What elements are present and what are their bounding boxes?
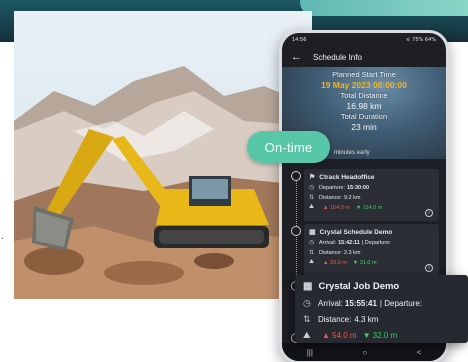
flag-icon: ⚑ (309, 174, 316, 181)
clock-icon: ◷ (309, 185, 315, 191)
elevation-up: ▲ 33.0 m (323, 259, 347, 266)
back-icon[interactable]: < (417, 348, 422, 357)
distance-value: 4.3 km (354, 315, 379, 324)
total-duration-label: Total Duration (340, 112, 388, 121)
elevation-down: ▼ 114.0 m (355, 204, 383, 211)
info-icon[interactable]: i (425, 264, 433, 272)
stop-title: Crystal Job Demo (318, 281, 400, 292)
arrival-value: 15:55:41 (344, 299, 377, 308)
status-indicators: ⚟ 75% 64% (406, 37, 436, 43)
elevation-icon: ⛰ (303, 330, 311, 340)
planned-start-label: Planned Start Time (332, 70, 396, 79)
arrival-value: 15:42:11 (338, 239, 360, 246)
route-icon: ⇅ (309, 250, 315, 256)
info-icon[interactable]: i (425, 209, 433, 217)
arrival-label: Arrival: (319, 239, 337, 246)
early-status-text: minutes early (334, 150, 370, 156)
route-icon: ⇅ (309, 195, 315, 201)
timeline-node (291, 171, 301, 181)
departure-label: | Departure: (361, 239, 391, 246)
arrow-left-icon[interactable]: ← (291, 51, 305, 63)
timeline-node (291, 226, 301, 236)
list-item[interactable]: ▦ Crystal Schedule Demo ◷ Arrival: 15:42… (304, 224, 439, 276)
departure-value: 15:30:00 (347, 184, 370, 191)
elevation-up: ▲ 54.0 m (322, 331, 357, 340)
building-icon: ▦ (309, 229, 316, 236)
elevation-icon: ⛰ (309, 259, 315, 265)
clock-icon: ◷ (309, 240, 315, 246)
status-bar: 14:56 ⚟ 75% 64% (282, 33, 446, 47)
building-icon: ▦ (303, 281, 313, 292)
distance-label: Distance: (319, 194, 342, 201)
distance-value: 2.3 km (343, 249, 361, 256)
elevation-up: ▲ 164.0 m (323, 204, 350, 211)
stop-title: Ctrack Headoffice (319, 173, 375, 181)
total-distance-value: 16.98 km (346, 101, 382, 111)
clock-icon: ◷ (303, 298, 311, 308)
status-time: 14:56 (292, 37, 307, 43)
route-icon: ⇅ (303, 314, 311, 324)
recent-apps-icon[interactable]: ||| (307, 348, 313, 357)
elevation-down: ▼ 32.0 m (362, 331, 398, 340)
home-icon[interactable]: ○ (362, 348, 367, 357)
on-time-badge: On-time (247, 131, 330, 163)
list-item[interactable]: ⚑ Ctrack Headoffice ◷ Departure: 15:30:0… (304, 169, 439, 221)
departure-label: | Departure: (379, 299, 423, 308)
arrival-label: Arrival: (318, 299, 343, 308)
elevation-icon: ⛰ (309, 204, 315, 210)
total-distance-label: Total Distance (340, 91, 388, 100)
page-title: Schedule Info (313, 52, 362, 62)
distance-label: Distance: (319, 249, 342, 256)
header-highlight (300, 0, 468, 16)
stop-title: Crystal Schedule Demo (319, 228, 393, 236)
android-nav-bar: ||| ○ < (282, 343, 446, 361)
planned-start-value: 19 May 2023 08:00:00 (320, 80, 407, 90)
distance-value: 9.2 km (343, 194, 361, 201)
highlighted-stop-card[interactable]: ▦ Crystal Job Demo ◷ Arrival: 15:55:41 |… (295, 275, 468, 343)
departure-label: Departure: (319, 184, 345, 191)
app-bar: ← Schedule Info (282, 47, 446, 67)
elevation-down: ▼ 31.0 m (352, 259, 377, 266)
distance-label: Distance: (318, 315, 352, 324)
side-mark: . (1, 231, 4, 242)
